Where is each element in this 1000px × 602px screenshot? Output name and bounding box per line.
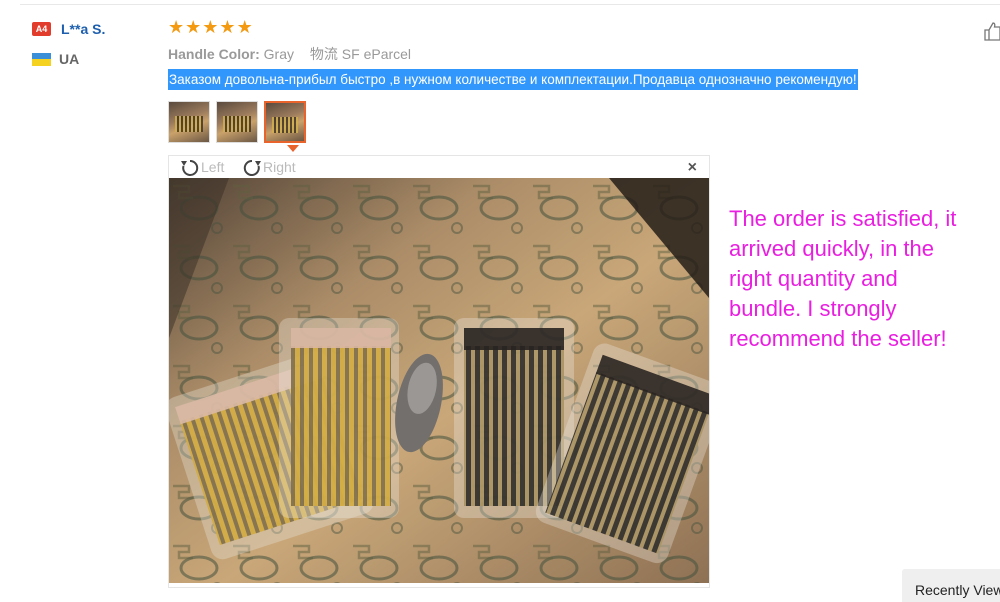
buyer-country: UA: [59, 51, 80, 67]
handle-color-value: Gray: [263, 46, 295, 62]
star-icon: ★: [202, 17, 219, 37]
viewer-toolbar: Left Right ×: [169, 156, 709, 178]
english-translation-note: The order is satisfied, it arrived quick…: [729, 206, 957, 351]
rotate-left-icon: [181, 159, 199, 176]
makeup-brushes-photo: [169, 178, 709, 583]
order-attributes: Handle Color: Gray 物流 SF eParcel: [168, 44, 411, 64]
close-viewer-button[interactable]: ×: [688, 159, 697, 177]
rotate-right-label: Right: [263, 159, 296, 175]
star-icon: ★: [236, 17, 253, 37]
buyer-name[interactable]: L**a S.: [61, 21, 105, 37]
ukraine-flag-icon: [32, 52, 51, 66]
rotate-left-button[interactable]: Left: [179, 157, 224, 177]
rotate-right-button[interactable]: Right: [241, 157, 296, 177]
selected-thumbnail-pointer: [287, 145, 299, 152]
buyer-info: A4 L**a S. UA: [32, 20, 152, 68]
review-photo: [169, 178, 709, 583]
review-photo-thumbnails: [168, 101, 306, 143]
handle-color-label: Handle Color:: [168, 46, 260, 62]
rotate-left-label: Left: [201, 159, 225, 175]
recently-viewed-tab[interactable]: Recently Viewed: [902, 569, 1000, 602]
photo-thumbnail[interactable]: [216, 101, 258, 143]
star-icon: ★: [219, 17, 236, 37]
top-divider: [20, 4, 1000, 5]
rotate-right-icon: [243, 159, 261, 176]
buyer-level-badge: A4: [32, 22, 51, 36]
photo-thumbnail[interactable]: [168, 101, 210, 143]
photo-thumbnail-selected[interactable]: [264, 101, 306, 143]
photo-viewer: Left Right ×: [168, 155, 710, 588]
star-icon: ★: [185, 17, 202, 37]
star-icon: ★: [168, 17, 185, 37]
review-text: Заказом довольна-прибыл быстро ,в нужном…: [168, 69, 858, 90]
shipping-method: 物流 SF eParcel: [309, 46, 412, 62]
thumbs-up-icon[interactable]: [983, 20, 1000, 42]
rating-stars: ★ ★ ★ ★ ★: [168, 18, 253, 36]
